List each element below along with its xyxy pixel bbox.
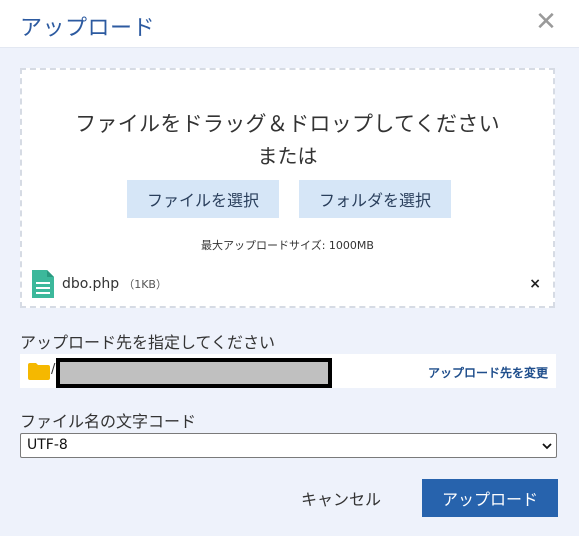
upload-dialog: アップロード ✕ ファイルをドラッグ＆ドロップしてください または ファイルを選… [0, 0, 579, 536]
encoding-selected-value: UTF-8 [27, 437, 68, 453]
encoding-select[interactable]: UTF-8 [20, 433, 557, 458]
drop-instruction: ファイルをドラッグ＆ドロップしてください [75, 112, 500, 136]
dialog-header: アップロード ✕ [0, 0, 579, 48]
file-size: （1KB） [123, 278, 167, 291]
destination-field: / アップロード先を変更 [20, 354, 556, 388]
dialog-title: アップロード [20, 16, 156, 41]
destination-label: アップロード先を指定してください [20, 333, 276, 352]
cancel-button[interactable]: キャンセル [282, 481, 400, 515]
change-destination-link[interactable]: アップロード先を変更 [428, 364, 548, 381]
file-name: dbo.php （1KB） [62, 276, 167, 292]
folder-icon [28, 363, 50, 380]
file-document-icon [32, 270, 54, 298]
destination-path-redacted [56, 358, 332, 388]
max-upload-size: 最大アップロードサイズ: 1000MB [201, 239, 374, 252]
select-folder-button[interactable]: フォルダを選択 [299, 180, 451, 218]
select-file-button[interactable]: ファイルを選択 [127, 180, 279, 218]
close-icon[interactable]: ✕ [535, 9, 557, 35]
file-name-text: dbo.php [62, 276, 120, 292]
remove-icon[interactable]: × [529, 276, 541, 292]
drop-or-text: または [257, 144, 318, 168]
destination-path-prefix: / [51, 362, 56, 377]
encoding-label: ファイル名の文字コード [20, 412, 197, 431]
chevron-down-icon [542, 443, 552, 450]
drop-zone[interactable]: ファイルをドラッグ＆ドロップしてください または ファイルを選択 フォルダを選択… [20, 68, 555, 308]
file-list-item: dbo.php （1KB） × [32, 270, 543, 300]
upload-button[interactable]: アップロード [422, 479, 558, 517]
